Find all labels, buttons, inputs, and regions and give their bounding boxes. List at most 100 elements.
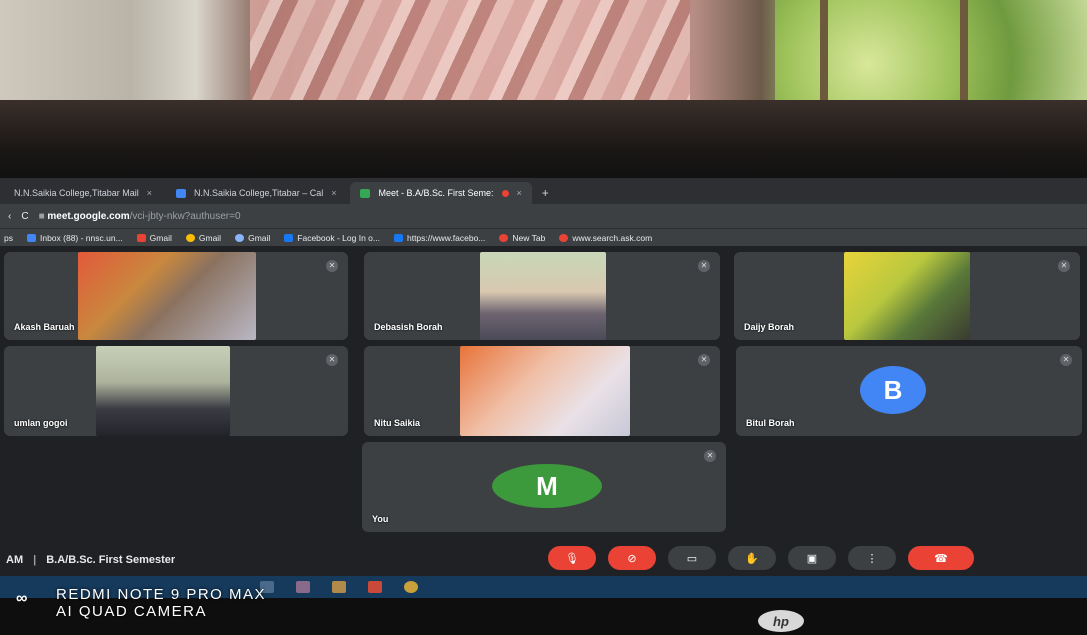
mic-toggle-button[interactable]: 🎙	[548, 546, 596, 570]
bookmark-apps[interactable]: ps	[4, 233, 13, 243]
bookmark-label: Gmail	[198, 232, 222, 243]
bookmark-facebook-url[interactable]: https://www.facebo...	[393, 232, 486, 243]
participant-name: Daijy Borah	[744, 322, 795, 332]
app-icon[interactable]	[296, 581, 310, 593]
meet-bottom-bar: AM | B.A/B.Sc. First Semester 🎙 ⊘ ▭ ✋ ▣ ⋮ …	[0, 540, 1087, 580]
tab-meet[interactable]: Meet - B.A/B.Sc. First Seme: ×	[350, 182, 532, 204]
url-field[interactable]: ■ meet.google.com/vci-jbty-nkw?authuser=…	[39, 211, 241, 222]
bookmarks-bar: ps Inbox (88) - nnsc.un... Gmail Gmail G…	[0, 228, 1087, 246]
mic-off-icon: ✕	[698, 354, 710, 366]
bookmark-label: https://www.facebo...	[406, 232, 486, 243]
more-vert-icon: ⋮	[866, 552, 878, 565]
participant-tile[interactable]: ✕ Nitu Saikia	[364, 346, 720, 436]
bookmark-gmail[interactable]: Gmail	[235, 233, 270, 243]
acrobat-icon[interactable]	[368, 581, 382, 593]
close-icon[interactable]: ×	[147, 188, 152, 198]
bookmark-ask[interactable]: www.search.ask.com	[559, 233, 652, 243]
camera-toggle-button[interactable]: ⊘	[608, 546, 656, 570]
separator: |	[33, 554, 37, 566]
call-controls: 🎙 ⊘ ▭ ✋ ▣ ⋮ ☎	[548, 546, 974, 570]
participant-name: Bitul Borah	[746, 418, 795, 428]
participant-name: You	[372, 514, 389, 524]
photo-scene: N.N.Saikia College,Titabar Mail × N.N.Sa…	[0, 0, 1087, 635]
camera-off-icon: ⊘	[627, 552, 637, 565]
globe-icon	[235, 233, 245, 242]
close-icon[interactable]: ×	[331, 188, 336, 198]
avatar: M	[492, 464, 602, 508]
gmail-icon	[136, 233, 146, 242]
hand-icon: ✋	[745, 552, 759, 565]
camera-watermark: REDMI NOTE 9 PRO MAX AI QUAD CAMERA	[56, 586, 266, 620]
participant-video	[78, 252, 256, 340]
participant-video	[844, 252, 970, 340]
camera-watermark-logo: ∞	[16, 590, 28, 607]
captions-icon: ▭	[686, 552, 698, 565]
mic-off-icon: ✕	[326, 260, 338, 272]
hang-up-icon: ☎	[934, 552, 948, 565]
participant-name: umlan gogoi	[14, 418, 68, 428]
back-icon[interactable]: ‹	[8, 211, 11, 222]
participant-tile[interactable]: ✕ Debasish Borah	[364, 252, 720, 340]
participant-tile[interactable]: ✕ umlan gogoi	[4, 346, 348, 436]
tab-label: N.N.Saikia College,Titabar Mail	[14, 188, 139, 198]
bookmark-new-tab[interactable]: New Tab	[499, 233, 545, 243]
google-icon	[185, 233, 195, 242]
mic-off-icon: ✕	[1060, 354, 1072, 366]
mic-off-icon: ✕	[1058, 260, 1070, 272]
tab-college-calendar[interactable]: N.N.Saikia College,Titabar – Cal ×	[166, 182, 347, 204]
more-options-button[interactable]: ⋮	[848, 546, 896, 570]
bookmark-label: www.search.ask.com	[572, 232, 653, 243]
avatar: B	[860, 366, 926, 414]
participant-tile[interactable]: B ✕ Bitul Borah	[736, 346, 1082, 436]
close-icon[interactable]: ×	[517, 188, 522, 198]
meeting-info: AM | B.A/B.Sc. First Semester	[0, 554, 175, 566]
new-tab-button[interactable]: +	[536, 182, 555, 204]
tab-college-mail[interactable]: N.N.Saikia College,Titabar Mail ×	[4, 182, 162, 204]
mic-off-icon: ✕	[704, 450, 716, 462]
chrome-icon[interactable]	[404, 581, 418, 593]
meeting-time: AM	[6, 554, 24, 566]
participant-tile[interactable]: ✕ Daijy Borah	[734, 252, 1080, 340]
watermark-line: REDMI NOTE 9 PRO MAX	[56, 586, 267, 603]
url-path: /vci-jbty-nkw?authuser=0	[129, 210, 241, 222]
participant-tile[interactable]: ✕ Akash Baruah	[4, 252, 348, 340]
bookmark-facebook[interactable]: Facebook - Log In o...	[284, 233, 380, 243]
leave-call-button[interactable]: ☎	[908, 546, 974, 570]
raise-hand-button[interactable]: ✋	[728, 546, 776, 570]
bookmark-label: Inbox (88) - nnsc.un...	[39, 232, 123, 243]
folder-icon[interactable]	[332, 581, 346, 593]
ask-icon	[559, 233, 569, 242]
bookmark-gmail[interactable]: Gmail	[136, 232, 172, 243]
bookmark-label: New Tab	[512, 232, 546, 243]
self-tile[interactable]: M ✕ You	[362, 442, 726, 532]
bookmark-inbox[interactable]: Inbox (88) - nnsc.un...	[26, 232, 123, 243]
participant-name: Nitu Saikia	[374, 418, 421, 428]
participant-video	[96, 346, 230, 436]
laptop-screen: N.N.Saikia College,Titabar Mail × N.N.Sa…	[0, 178, 1087, 598]
participant-video	[460, 346, 630, 436]
bookmark-label: Gmail	[248, 232, 271, 243]
bookmark-gmail[interactable]: Gmail	[185, 232, 222, 243]
meeting-title: B.A/B.Sc. First Semester	[46, 554, 176, 566]
captions-button[interactable]: ▭	[668, 546, 716, 570]
laptop-lid-edge	[0, 100, 1087, 180]
mic-off-icon: 🎙	[565, 552, 579, 565]
mic-off-icon: ✕	[326, 354, 338, 366]
address-bar: ‹ C ■ meet.google.com/vci-jbty-nkw?authu…	[0, 204, 1087, 228]
present-button[interactable]: ▣	[788, 546, 836, 570]
bookmark-label: Facebook - Log In o...	[297, 232, 380, 243]
url-host: meet.google.com	[47, 210, 130, 222]
hp-logo: hp	[758, 610, 804, 632]
watermark-line: AI QUAD CAMERA	[56, 603, 208, 620]
participant-name: Debasish Borah	[374, 322, 443, 332]
ask-icon	[499, 233, 509, 242]
present-icon: ▣	[806, 552, 818, 565]
meet-participant-grid: ✕ Akash Baruah ✕ Debasish Borah ✕ Daijy …	[0, 250, 1087, 540]
meet-icon	[360, 188, 371, 198]
tab-label: N.N.Saikia College,Titabar – Cal	[193, 188, 324, 198]
facebook-icon	[393, 233, 403, 242]
reload-icon[interactable]: C	[21, 211, 28, 222]
bookmark-label: Gmail	[149, 232, 172, 243]
mic-off-icon: ✕	[698, 260, 710, 272]
facebook-icon	[284, 233, 294, 242]
